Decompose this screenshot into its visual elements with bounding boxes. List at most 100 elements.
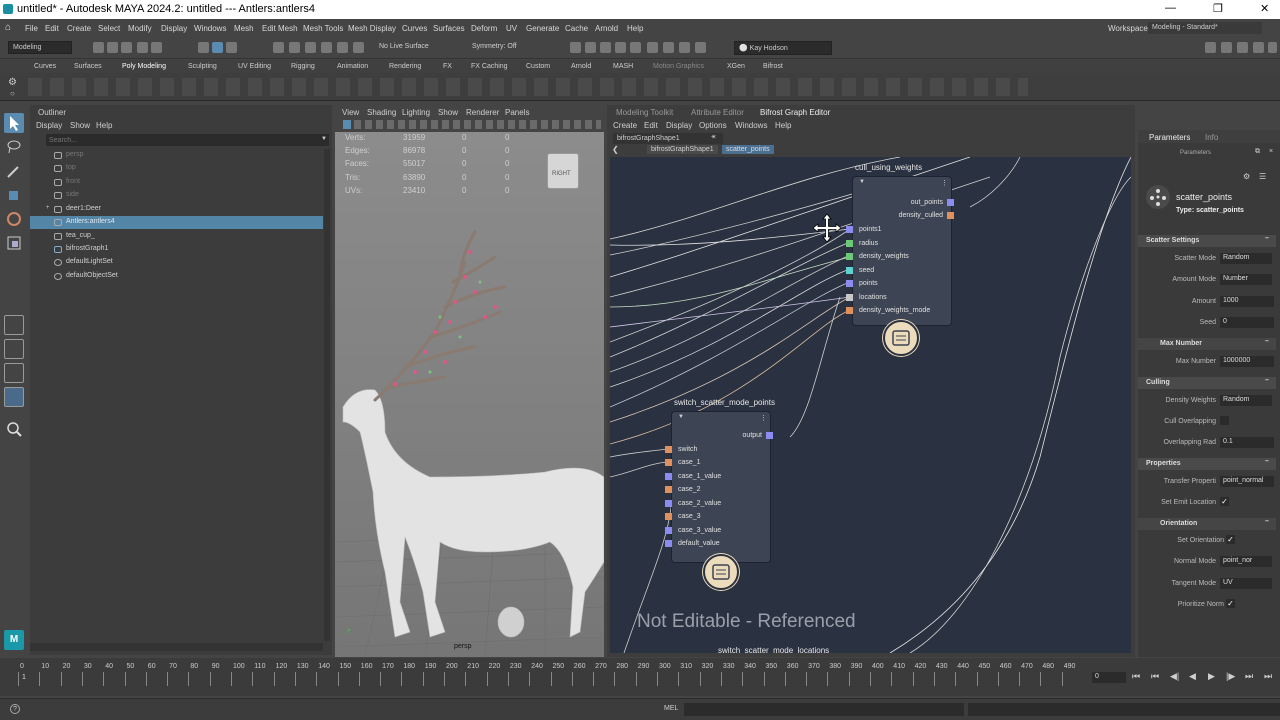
shelf-tab-rendering[interactable]: Rendering [389,63,421,70]
snap-grid-icon[interactable] [273,42,284,53]
node-compound-icon[interactable] [883,320,919,356]
select-tool-icon[interactable] [4,113,24,133]
section-culling[interactable]: Culling – [1138,377,1276,389]
shelf-tab-sculpting[interactable]: Sculpting [188,63,217,70]
float-panel-icon[interactable]: ⧉ [1255,148,1260,156]
node-collapse-icon[interactable]: ▼ [859,179,865,185]
expand-icon[interactable]: + [46,205,50,211]
max-number-input[interactable]: 1000000 [1220,356,1274,367]
maximize-icon[interactable]: ❐ [1213,2,1223,15]
input-pin-case-1-value[interactable] [665,473,672,480]
time-ruler[interactable]: 0 10 20 30 40 50 60 70 80 90 100 110 120 130 140 150 160… [18,663,1083,690]
arnold-pause-icon[interactable] [679,42,690,53]
snap-center-icon[interactable] [353,42,364,53]
time-slider[interactable]: 0 10 20 30 40 50 60 70 80 90 100 110 120 130 140 150 160… [0,658,1280,696]
close-panel-icon[interactable]: × [1269,148,1273,155]
tab-bifrost-graph-editor[interactable]: Bifrost Graph Editor [760,108,830,117]
seed-input[interactable]: 0 [1220,317,1274,328]
shelf-tab-curves[interactable]: Curves [34,63,56,70]
outliner-search-input[interactable] [46,134,329,146]
outliner-menu-help[interactable]: Help [96,121,112,130]
paint-select-tool-icon[interactable] [4,161,24,181]
output-pin-out-points[interactable] [947,199,954,206]
outliner-search-options-icon[interactable]: ▼ [321,136,327,142]
redo-icon[interactable] [151,42,162,53]
save-scene-icon[interactable] [121,42,132,53]
input-pin-locations[interactable] [846,294,853,301]
outliner-item-bifrost-graph[interactable]: bifrostGraph1 [30,243,323,256]
play-backward-icon[interactable]: ◀ [1189,671,1196,682]
node-switch-scatter-mode-points[interactable]: switch_scatter_mode_points ▼ ⋮ output sw… [665,398,775,590]
menu-generate[interactable]: Generate [526,24,559,33]
attribute-editor-icon[interactable] [1221,42,1232,53]
input-pin-density-weights[interactable] [846,253,853,260]
step-forward-frame-icon[interactable]: |▶ [1226,671,1235,682]
shelf-settings-icon[interactable]: ⚙ [8,77,17,88]
viewport-menu-renderer[interactable]: Renderer [466,108,499,117]
view-cube[interactable]: RIGHT [548,154,578,188]
select-object-icon[interactable] [212,42,223,53]
move-tool-icon[interactable] [4,185,24,205]
shelf-tab-poly-modeling[interactable]: Poly Modeling [122,63,166,70]
add-tab-icon[interactable]: + [711,134,715,141]
shelf-tab-fx-caching[interactable]: FX Caching [471,63,508,70]
minimize-icon[interactable]: — [1165,2,1176,14]
menu-file[interactable]: File [25,24,38,33]
menu-modify[interactable]: Modify [128,24,152,33]
go-to-end-icon[interactable]: ⏭ [1264,671,1272,682]
render-view-icon[interactable] [570,42,581,53]
menu-mesh-tools[interactable]: Mesh Tools [303,24,343,33]
graph-menu-windows[interactable]: Windows [735,121,767,130]
ipr-render-icon[interactable] [600,42,611,53]
normal-mode-select[interactable]: point_nor [1220,556,1272,567]
pin-icon[interactable]: ⚙ [1243,172,1250,181]
input-pin-density-weights-mode[interactable] [846,307,853,314]
tool-settings-icon[interactable] [1237,42,1248,53]
shelf-tab-arnold[interactable]: Arnold [571,63,591,70]
select-hierarchy-icon[interactable] [198,42,209,53]
input-pin-seed[interactable] [846,267,853,274]
four-view-layout-icon[interactable] [4,339,24,359]
breadcrumb-graph-shape[interactable]: bifrostGraphShape1 [647,145,718,154]
user-account-select[interactable]: ⚪ Kay Hodson [734,41,832,55]
hypershade-icon[interactable] [630,42,641,53]
transfer-properties-input[interactable]: point_normal [1220,476,1274,487]
viewport-panel[interactable]: View Shading Lighting Show Renderer Pane… [335,105,604,657]
node-menu-icon[interactable]: ⋮ [760,414,767,422]
shelf-tab-animation[interactable]: Animation [337,63,368,70]
rotate-tool-icon[interactable] [4,209,24,229]
snap-surface-icon[interactable] [337,42,348,53]
outliner-layout-icon[interactable] [4,387,24,407]
shelf-tab-bifrost[interactable]: Bifrost [763,63,783,70]
menu-help[interactable]: Help [627,24,643,33]
modeling-toolkit-icon[interactable] [1205,42,1216,53]
tab-parameters[interactable]: Parameters [1149,133,1190,142]
menu-mesh[interactable]: Mesh [234,24,254,33]
graph-menu-help[interactable]: Help [775,121,791,130]
menu-select[interactable]: Select [98,24,120,33]
input-pin-radius[interactable] [846,240,853,247]
tab-modeling-toolkit[interactable]: Modeling Toolkit [616,108,673,117]
help-icon[interactable]: ? [10,704,20,714]
node-cull-using-weights[interactable]: cull_using_weights ▼ ⋮ out_points densit… [846,163,954,356]
input-pin-case-2-value[interactable] [665,500,672,507]
shelf-tab-xgen[interactable]: XGen [727,63,745,70]
menu-cache[interactable]: Cache [565,24,588,33]
open-scene-icon[interactable] [107,42,118,53]
density-weights-select[interactable]: Random [1220,395,1272,406]
set-orientation-checkbox[interactable]: ✓ [1226,535,1235,544]
menu-edit-mesh[interactable]: Edit Mesh [262,24,298,33]
shelf-tab-rigging[interactable]: Rigging [291,63,315,70]
outliner-item-deer[interactable]: + deer1:Deer [30,203,323,216]
section-orientation[interactable]: Orientation – [1138,518,1276,530]
snap-view-plane-icon[interactable] [321,42,332,53]
scale-tool-icon[interactable] [4,233,24,253]
new-scene-icon[interactable] [93,42,104,53]
select-component-icon[interactable] [226,42,237,53]
home-icon[interactable]: ⌂ [5,22,11,33]
undo-icon[interactable] [137,42,148,53]
section-scatter-settings[interactable]: Scatter Settings – [1138,235,1276,247]
shelf-menu-icon[interactable]: ○ [10,89,15,98]
command-input[interactable] [684,703,964,716]
script-language-label[interactable]: MEL [664,705,678,712]
